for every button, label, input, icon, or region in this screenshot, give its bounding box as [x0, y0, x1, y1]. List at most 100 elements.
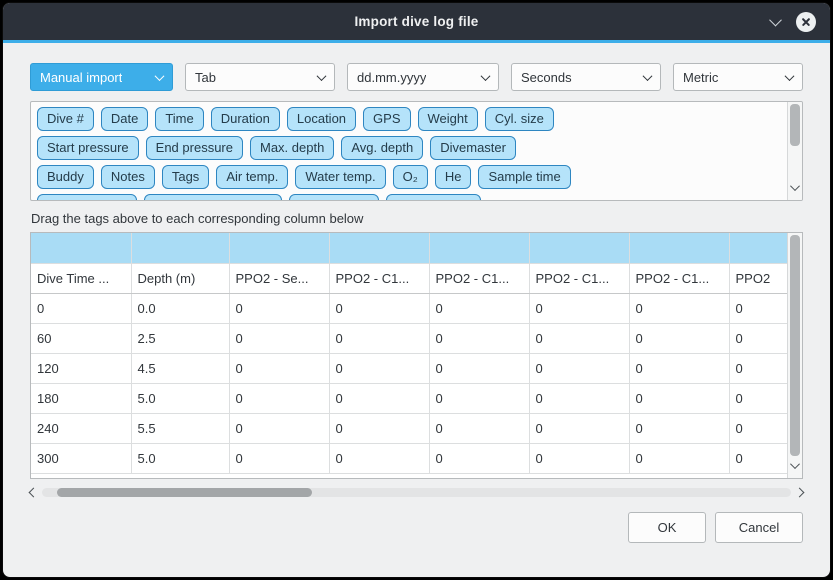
table-cell: 0 — [529, 383, 629, 413]
titlebar[interactable]: Import dive log file — [3, 3, 830, 40]
tag-time[interactable]: Time — [155, 107, 203, 131]
table-cell: 0 — [529, 443, 629, 473]
combo-selected-value: Metric — [683, 70, 718, 85]
chevron-right-icon — [795, 487, 805, 497]
dialog-buttons: OK Cancel — [30, 512, 803, 543]
table-horizontal-scrollbar[interactable] — [30, 485, 803, 499]
tag-dive-[interactable]: Dive # — [37, 107, 94, 131]
table-cell: 0 — [429, 443, 529, 473]
table-cell: 60 — [31, 323, 131, 353]
tag-buddy[interactable]: Buddy — [37, 165, 94, 189]
tag-weight[interactable]: Weight — [418, 107, 478, 131]
chevron-down-icon — [481, 71, 491, 81]
combo-duration-format[interactable]: Seconds — [511, 63, 661, 91]
column-header[interactable]: PPO2 — [729, 263, 789, 293]
table-cell: 0 — [529, 293, 629, 323]
tag-avg-depth[interactable]: Avg. depth — [341, 136, 423, 160]
table-cell: 0 — [629, 383, 729, 413]
tag-water-temp-[interactable]: Water temp. — [295, 165, 385, 189]
tag-air-temp-[interactable]: Air temp. — [216, 165, 288, 189]
window-title: Import dive log file — [3, 14, 830, 29]
column-drop-target[interactable] — [729, 233, 789, 263]
tag-end-pressure[interactable]: End pressure — [146, 136, 243, 160]
scrollbar-thumb[interactable] — [790, 104, 800, 146]
scrollbar-thumb[interactable] — [790, 235, 800, 456]
column-drop-target[interactable] — [31, 233, 131, 263]
window-shade-button[interactable] — [771, 17, 780, 26]
column-header[interactable]: Dive Time ... — [31, 263, 131, 293]
table-cell: 0 — [529, 323, 629, 353]
cancel-button[interactable]: Cancel — [715, 512, 803, 543]
tag-sample-po-[interactable]: Sample pO₂ — [289, 194, 379, 201]
table-cell: 0.0 — [131, 293, 229, 323]
tag-sample-depth[interactable]: Sample depth — [37, 194, 137, 201]
tag-row: Dive # Date Time Duration Location GPS Weight C… — [37, 107, 796, 131]
scrollbar-track[interactable] — [42, 488, 791, 497]
column-header[interactable]: PPO2 - Se... — [229, 263, 329, 293]
combo-date-format[interactable]: dd.mm.yyyy — [347, 63, 499, 91]
tag-max-depth[interactable]: Max. depth — [250, 136, 334, 160]
combo-units[interactable]: Metric — [673, 63, 803, 91]
close-button[interactable] — [796, 12, 816, 32]
table-cell: 240 — [31, 413, 131, 443]
table-cell: 0 — [429, 413, 529, 443]
scroll-down-button[interactable] — [792, 178, 799, 196]
tag-sample-time[interactable]: Sample time — [478, 165, 570, 189]
combo-import-mode[interactable]: Manual import — [30, 63, 173, 91]
tag-duration[interactable]: Duration — [211, 107, 280, 131]
tag-divemaster[interactable]: Divemaster — [430, 136, 516, 160]
tag-location[interactable]: Location — [287, 107, 356, 131]
column-drop-target[interactable] — [529, 233, 629, 263]
column-header[interactable]: PPO2 - C1... — [329, 263, 429, 293]
column-header[interactable]: PPO2 - C1... — [629, 263, 729, 293]
chevron-left-icon — [29, 487, 39, 497]
tag-cyl-size[interactable]: Cyl. size — [485, 107, 554, 131]
table-vertical-scrollbar[interactable] — [787, 233, 802, 478]
table-cell: 0 — [529, 353, 629, 383]
table-cell: 0 — [629, 413, 729, 443]
column-drop-target[interactable] — [629, 233, 729, 263]
table-cell: 180 — [31, 383, 131, 413]
instruction-text: Drag the tags above to each correspondin… — [31, 211, 802, 226]
tag-row: Sample depth Sample temperature Sample pO₂… — [37, 194, 796, 201]
table-cell: 300 — [31, 443, 131, 473]
combo-selected-value: Tab — [195, 70, 216, 85]
column-drop-target[interactable] — [429, 233, 529, 263]
scroll-down-button[interactable] — [792, 456, 799, 474]
tag-tags[interactable]: Tags — [162, 165, 209, 189]
tag-start-pressure[interactable]: Start pressure — [37, 136, 139, 160]
tag-o-[interactable]: O₂ — [393, 165, 428, 189]
table-row: 3005.0000000 — [31, 443, 789, 473]
import-dialog-window: Import dive log file Manual import Tab dd.… — [2, 2, 831, 578]
header-row: Dive Time ...Depth (m)PPO2 - Se...PPO2 -… — [31, 263, 789, 293]
table-cell: 0 — [629, 293, 729, 323]
scroll-right-button[interactable] — [796, 489, 803, 496]
table-cell: 0 — [229, 353, 329, 383]
scroll-left-button[interactable] — [30, 489, 37, 496]
column-header[interactable]: Depth (m) — [131, 263, 229, 293]
combo-selected-value: dd.mm.yyyy — [357, 70, 426, 85]
scrollbar-thumb[interactable] — [57, 488, 312, 497]
ok-button[interactable]: OK — [628, 512, 706, 543]
tag-sample-cns[interactable]: Sample CNS — [386, 194, 481, 201]
table-cell: 0 — [329, 293, 429, 323]
combo-field-separator[interactable]: Tab — [185, 63, 335, 91]
column-drop-target[interactable] — [131, 233, 229, 263]
table-cell: 0 — [629, 443, 729, 473]
column-drop-target[interactable] — [229, 233, 329, 263]
tag-row: Start pressure End pressure Max. depth Avg.… — [37, 136, 796, 160]
table-cell: 4.5 — [131, 353, 229, 383]
column-header[interactable]: PPO2 - C1... — [529, 263, 629, 293]
tag-notes[interactable]: Notes — [101, 165, 155, 189]
tag-gps[interactable]: GPS — [363, 107, 410, 131]
chevron-down-icon — [785, 71, 795, 81]
chevron-down-icon — [155, 71, 165, 81]
table-cell: 0 — [329, 443, 429, 473]
tag-panel-vertical-scrollbar[interactable] — [787, 102, 802, 200]
table-cell: 0 — [429, 323, 529, 353]
tag-sample-temperature[interactable]: Sample temperature — [144, 194, 282, 201]
tag-he[interactable]: He — [435, 165, 472, 189]
tag-date[interactable]: Date — [101, 107, 148, 131]
column-drop-target[interactable] — [329, 233, 429, 263]
column-header[interactable]: PPO2 - C1... — [429, 263, 529, 293]
